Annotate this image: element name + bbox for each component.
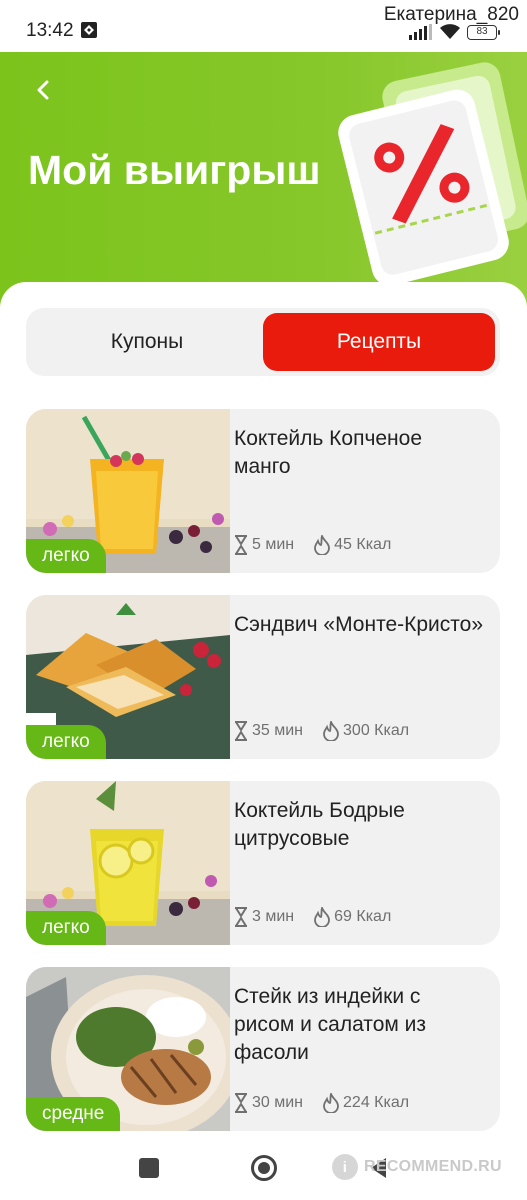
watermark-logo: i — [332, 1154, 358, 1180]
recipe-meta: 30 мин 224 Ккал — [234, 1093, 409, 1113]
recipe-image-citrus-cocktail: легко — [26, 781, 230, 945]
flame-icon — [323, 1093, 339, 1113]
watermark: i RECOMMEND.RU — [332, 1154, 502, 1180]
status-icons: 83 — [409, 24, 500, 40]
hourglass-icon — [235, 907, 247, 927]
status-bar: 13:42 Екатерина_820 83 — [0, 0, 527, 52]
recipe-title: Коктейль Бодрые цитрусовые — [234, 799, 405, 850]
status-time: 13:42 — [26, 20, 74, 41]
difficulty-badge: средне — [26, 1097, 121, 1131]
flame-icon — [314, 907, 331, 927]
recipe-card[interactable]: легко Сэндвич «Монте-Кристо» 35 мин 300 … — [26, 595, 500, 759]
content-sheet: Купоны Рецепты легко Коктейль Копченое м… — [0, 282, 527, 1200]
header: Мой выигрыш — [0, 52, 527, 312]
hourglass-icon — [235, 1093, 247, 1113]
status-username: Екатерина_820 — [383, 4, 519, 25]
recipe-meta: 35 мин 300 Ккал — [234, 721, 409, 741]
recipe-meta: 3 мин 69 Ккал — [234, 907, 391, 927]
flame-icon — [323, 721, 339, 741]
recipe-calories: 45 Ккал — [334, 536, 392, 553]
difficulty-badge: легко — [26, 539, 106, 573]
watermark-text: RECOMMEND.RU — [364, 1158, 502, 1175]
recipe-time: 35 мин — [252, 722, 304, 739]
recipe-calories: 69 Ккал — [334, 908, 392, 925]
hourglass-icon — [235, 535, 247, 555]
percent-coupon-icon — [338, 62, 527, 286]
difficulty-badge: легко — [26, 725, 106, 759]
recipe-calories: 224 Ккал — [343, 1094, 410, 1111]
recipe-time: 30 мин — [252, 1094, 304, 1111]
segment-control: Купоны Рецепты — [26, 308, 500, 376]
recipe-time: 5 мин — [252, 536, 295, 553]
system-nav-bar: i RECOMMEND.RU — [0, 1136, 527, 1200]
page-title: Мой выигрыш — [28, 147, 321, 193]
recipe-time: 3 мин — [252, 908, 295, 925]
tab-recipes[interactable]: Рецепты — [263, 313, 495, 371]
hourglass-icon — [235, 721, 247, 741]
recipe-title: Стейк из индейки с рисом и салатом из фа… — [234, 985, 427, 1064]
recipe-title: Коктейль Копченое манго — [234, 427, 423, 478]
wifi-icon — [440, 24, 460, 39]
tab-coupons[interactable]: Купоны — [31, 313, 263, 371]
recipe-card[interactable]: легко Коктейль Копченое манго 5 мин 45 К… — [26, 409, 500, 573]
recipe-image-sandwich: легко — [26, 595, 230, 759]
recipe-title: Сэндвич «Монте-Кристо» — [234, 613, 484, 636]
recipe-card[interactable]: легко Коктейль Бодрые цитрусовые 3 мин 6… — [26, 781, 500, 945]
battery-icon: 83 — [467, 24, 500, 40]
notification-icon — [81, 22, 97, 38]
recipe-image-turkey-steak: средне — [26, 967, 230, 1131]
recipe-meta: 5 мин 45 Ккал — [234, 535, 391, 555]
flame-icon — [314, 535, 331, 555]
chevron-left-icon[interactable] — [32, 78, 56, 102]
recents-button[interactable] — [139, 1158, 159, 1178]
home-button[interactable] — [251, 1155, 277, 1181]
recipe-card[interactable]: средне Стейк из индейки с рисом и салато… — [26, 967, 500, 1131]
recipe-calories: 300 Ккал — [343, 722, 410, 739]
signal-icon — [409, 24, 432, 40]
difficulty-badge: легко — [26, 911, 106, 945]
recipe-image-mango-cocktail: легко — [26, 409, 230, 573]
